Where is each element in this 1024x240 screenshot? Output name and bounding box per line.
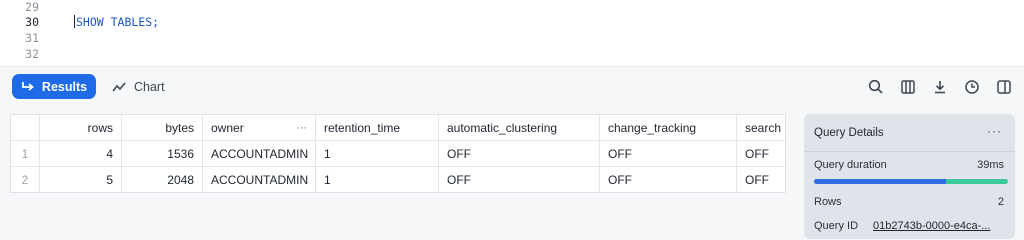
results-button[interactable]: Results — [12, 74, 96, 99]
line-number: 31 — [25, 31, 39, 45]
column-header-label: owner — [211, 121, 244, 135]
table-cell[interactable]: 5 — [40, 167, 122, 192]
table-cell[interactable]: OFF — [600, 167, 737, 192]
table-cell[interactable]: ACCOUNTADMIN — [203, 167, 316, 192]
history-icon[interactable] — [962, 77, 982, 97]
table-row[interactable]: 2 5 2048 ACCOUNTADMIN 1 OFF OFF OFF — [11, 167, 785, 192]
row-index: 2 — [11, 167, 40, 192]
chart-button-label: Chart — [134, 79, 165, 94]
editor-line: 29 — [0, 0, 1024, 15]
rows-label: Rows — [814, 196, 842, 208]
results-toolbar: Results Chart — [0, 66, 1024, 106]
rows-value: 2 — [997, 196, 1004, 208]
index-header — [11, 115, 40, 141]
text-caret — [74, 15, 75, 28]
table-cell[interactable]: 1 — [316, 141, 439, 167]
code-line: SHOW TABLES; — [74, 15, 159, 30]
row-index: 1 — [11, 141, 40, 167]
code-text: SHOW TABLES; — [76, 15, 160, 29]
table-cell[interactable]: OFF — [600, 141, 737, 167]
query-duration-value: 39ms — [977, 159, 1004, 171]
columns-icon[interactable] — [898, 77, 918, 97]
return-arrow-icon — [22, 81, 34, 91]
more-options-icon[interactable]: ··· — [987, 124, 1002, 138]
search-icon[interactable] — [866, 77, 886, 97]
divider — [804, 151, 1015, 152]
query-duration-bar-fill — [814, 179, 946, 184]
query-duration-label: Query duration — [814, 159, 887, 171]
editor-line-current: 30 SHOW TABLES; — [0, 15, 1024, 30]
table-cell[interactable]: OFF — [439, 141, 600, 167]
results-table: rows bytes owner ··· retention_time auto… — [10, 114, 786, 193]
table-cell[interactable]: 4 — [40, 141, 122, 167]
table-cell[interactable]: 2048 — [122, 167, 203, 192]
column-menu-icon[interactable]: ··· — [296, 115, 307, 140]
column-header-search[interactable]: search — [737, 115, 785, 141]
sql-editor[interactable]: 29 30 SHOW TABLES; 31 32 — [0, 0, 1024, 66]
table-row[interactable]: 1 4 1536 ACCOUNTADMIN 1 OFF OFF OFF — [11, 141, 785, 167]
table-cell[interactable]: OFF — [439, 167, 600, 192]
line-number: 29 — [25, 0, 39, 14]
column-header-automatic-clustering[interactable]: automatic_clustering — [439, 115, 600, 141]
query-id-label: Query ID — [814, 220, 859, 232]
column-header-change-tracking[interactable]: change_tracking — [600, 115, 737, 141]
table-cell[interactable]: 1536 — [122, 141, 203, 167]
column-header-owner[interactable]: owner ··· — [203, 115, 316, 141]
line-number: 30 — [25, 15, 39, 29]
editor-line: 31 — [0, 31, 1024, 46]
table-cell[interactable]: OFF — [737, 141, 785, 167]
editor-line: 32 — [0, 47, 1024, 62]
line-number: 32 — [25, 47, 39, 61]
table-cell[interactable]: OFF — [737, 167, 785, 192]
query-id-link[interactable]: 01b2743b-0000-e4ca-... — [873, 220, 990, 232]
table-cell[interactable]: 1 — [316, 167, 439, 192]
split-panel-icon[interactable] — [994, 77, 1014, 97]
chart-button[interactable]: Chart — [112, 74, 165, 99]
query-details-panel: Query Details ··· Query duration 39ms Ro… — [804, 114, 1015, 239]
query-duration-bar — [814, 179, 1008, 184]
column-header-retention-time[interactable]: retention_time — [316, 115, 439, 141]
table-cell[interactable]: ACCOUNTADMIN — [203, 141, 316, 167]
table-header-row: rows bytes owner ··· retention_time auto… — [11, 115, 785, 141]
download-icon[interactable] — [930, 77, 950, 97]
query-details-title: Query Details — [814, 127, 884, 139]
results-button-label: Results — [41, 79, 88, 94]
line-chart-icon — [112, 81, 126, 91]
column-header-bytes[interactable]: bytes — [122, 115, 203, 141]
column-header-rows[interactable]: rows — [40, 115, 122, 141]
